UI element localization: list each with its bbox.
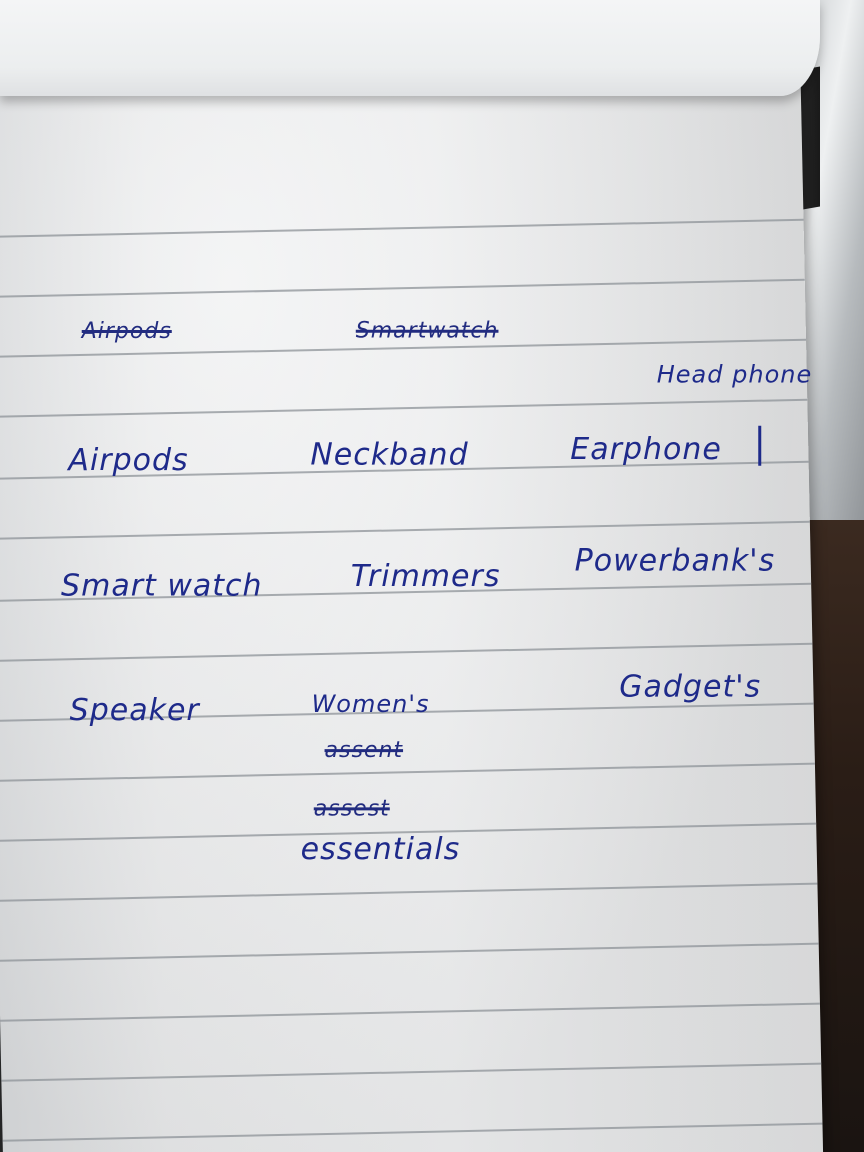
photo-scene: Airpods Smartwatch Head phone Airpods Ne… — [0, 0, 864, 1152]
item-text: Earphone — [570, 432, 722, 468]
annotation-text: Head phone — [656, 360, 813, 389]
item-text: essentials — [300, 831, 461, 867]
struck-word: assest — [313, 796, 390, 822]
item-text: Smart watch — [61, 568, 263, 604]
ruled-line — [0, 520, 810, 540]
ruled-line — [0, 218, 804, 238]
ruled-line — [0, 642, 813, 662]
item-text: Speaker — [69, 692, 200, 728]
struck-word: Airpods — [81, 318, 172, 344]
item-text: Trimmers — [350, 558, 501, 594]
ruled-line — [0, 278, 805, 298]
item-text: Neckband — [310, 437, 469, 473]
struck-word: Smartwatch — [355, 318, 499, 344]
torn-page-flap — [0, 0, 820, 96]
struck-word: assent — [324, 738, 404, 764]
ruled-line — [1, 1062, 822, 1082]
ruled-line — [0, 398, 808, 418]
item-text: Women's — [311, 689, 430, 718]
notepad-page: Airpods Smartwatch Head phone Airpods Ne… — [0, 42, 824, 1152]
ruled-line — [0, 1002, 820, 1022]
item-text: Powerbank's — [574, 543, 776, 579]
item-text: Airpods — [68, 442, 189, 478]
ruled-line — [2, 1122, 823, 1142]
item-text: Gadget's — [619, 669, 762, 705]
ruled-line — [0, 882, 818, 902]
pen-stroke — [758, 425, 762, 466]
ruled-line — [0, 942, 819, 962]
ruled-line — [0, 762, 815, 782]
